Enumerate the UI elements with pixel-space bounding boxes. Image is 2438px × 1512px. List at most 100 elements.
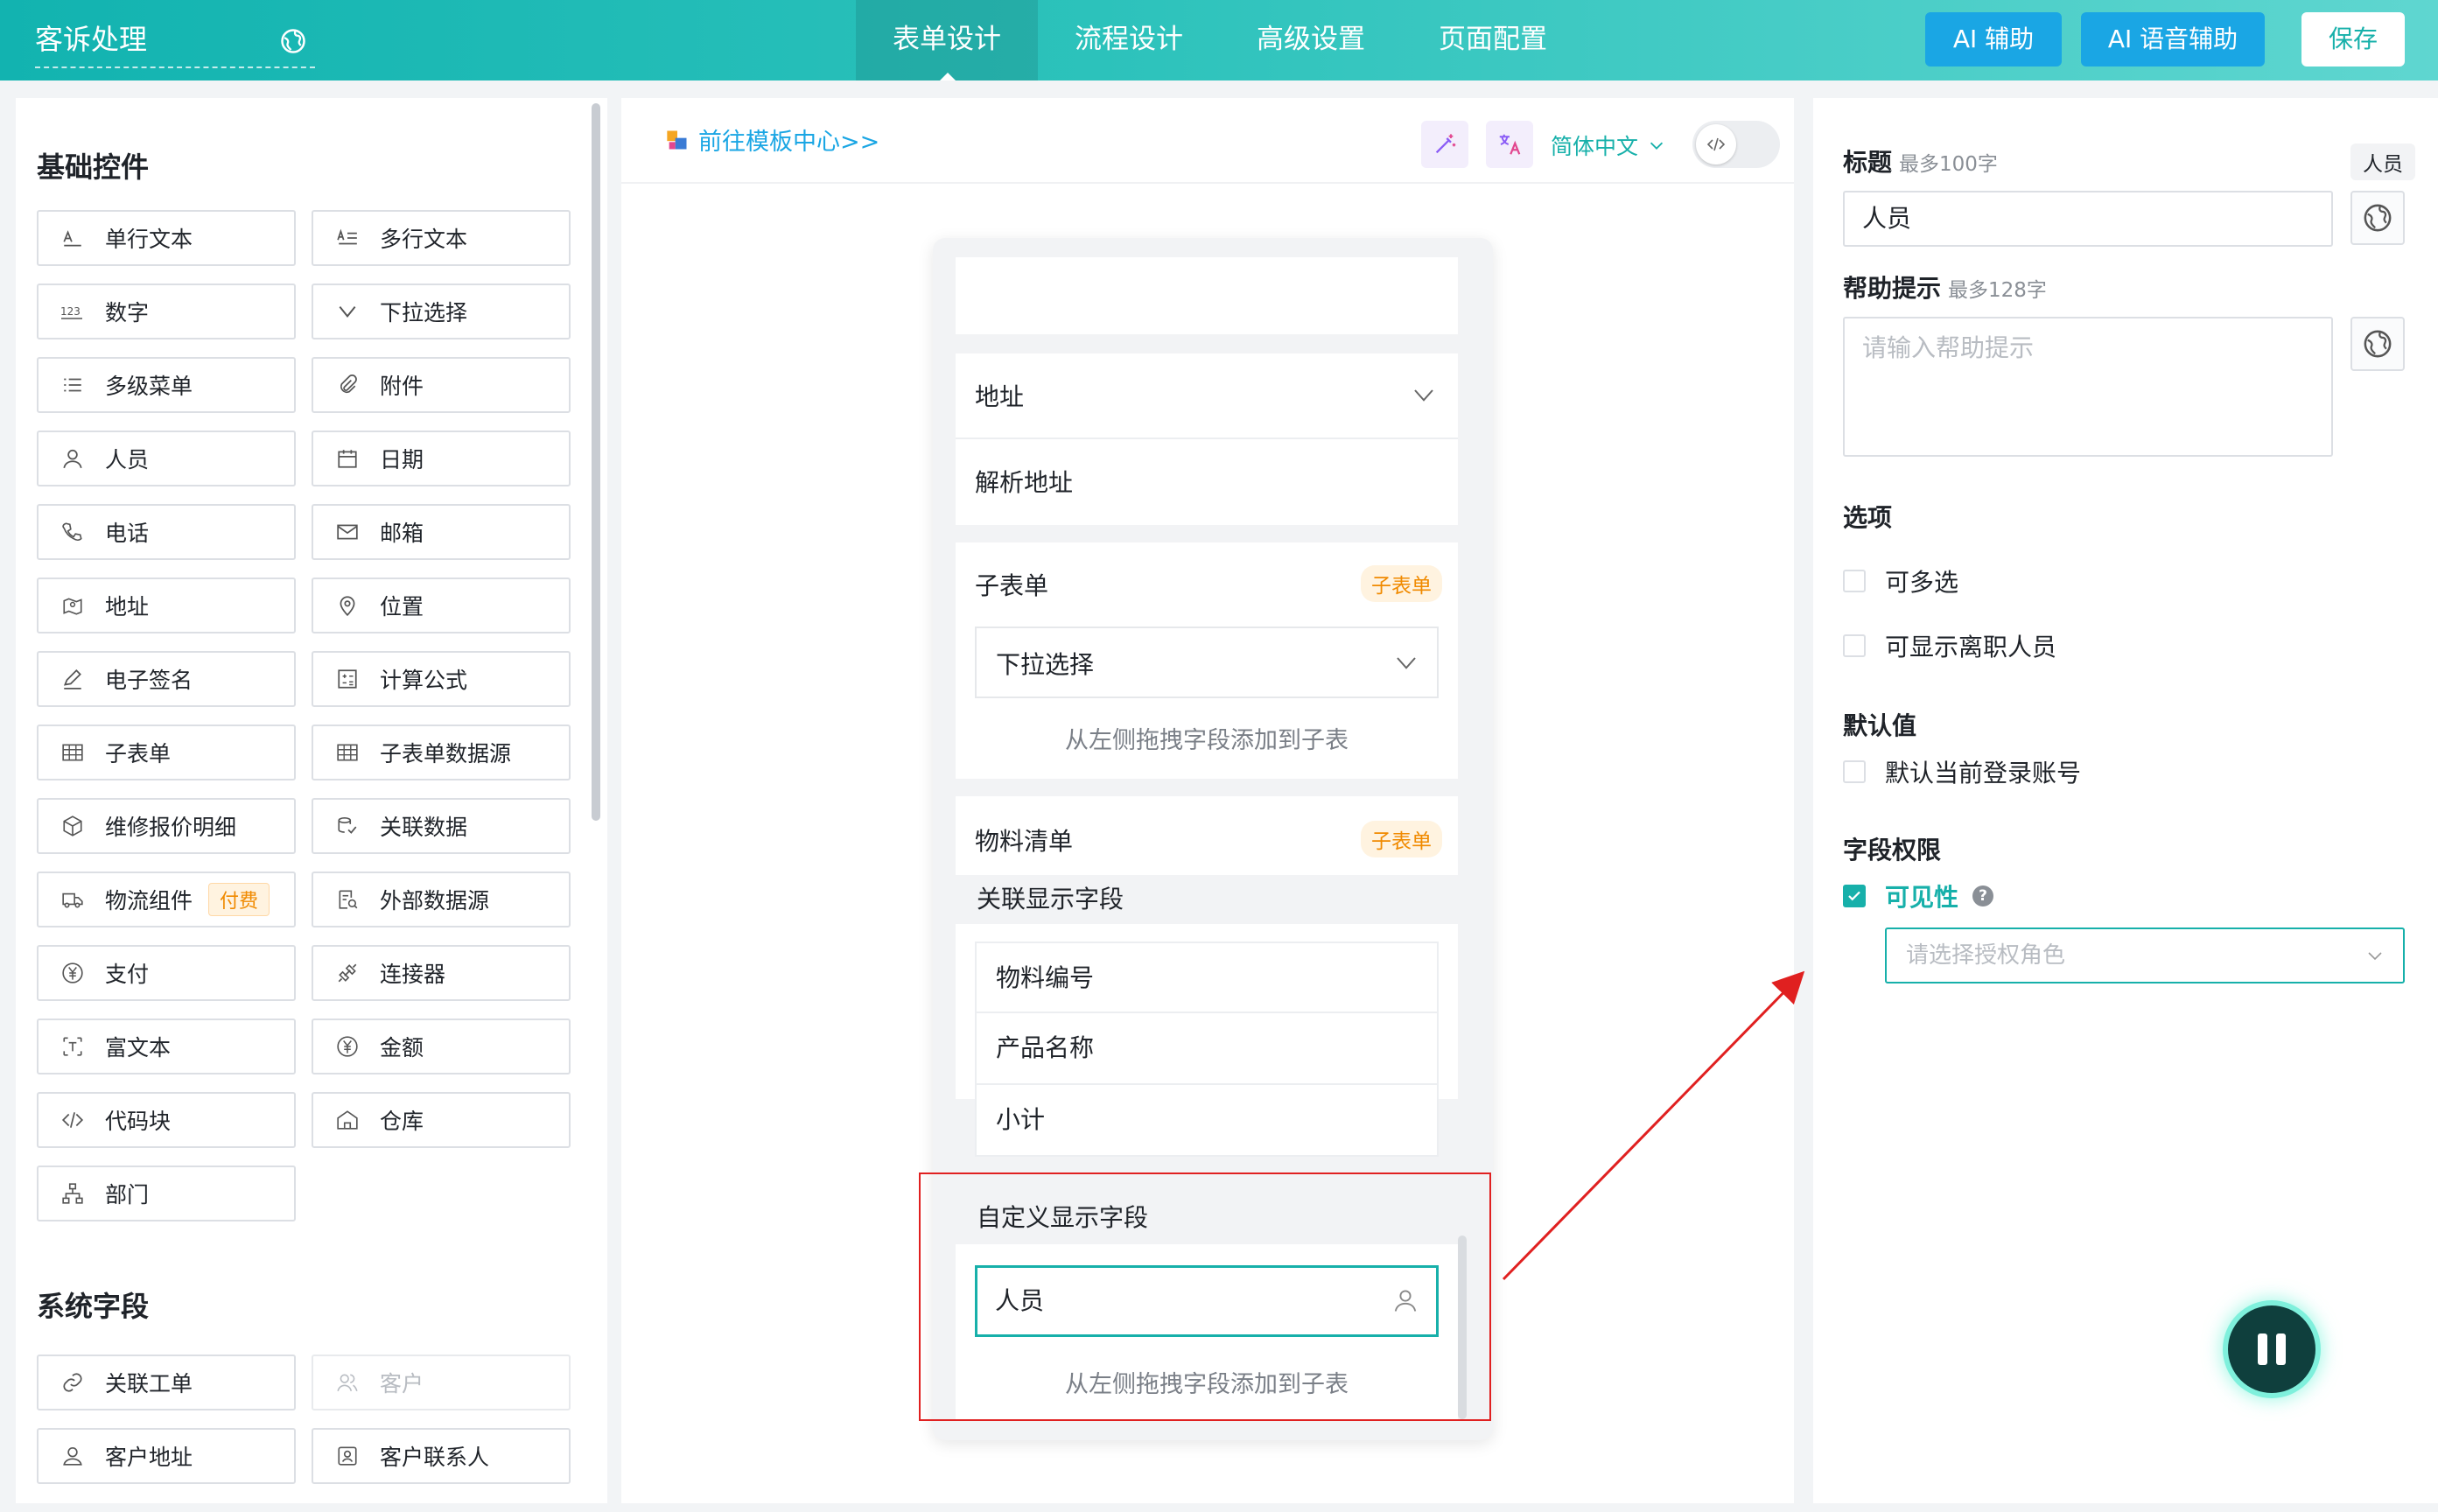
control-warehouse[interactable]: 仓库 — [312, 1092, 571, 1148]
help-translate-button[interactable] — [2350, 317, 2405, 371]
number-icon: 123 — [60, 298, 86, 325]
material-subform-badge: 子表单 — [1361, 821, 1442, 858]
control-location[interactable]: 位置 — [312, 578, 571, 634]
voice-pause-button[interactable] — [2228, 1306, 2315, 1393]
control-number[interactable]: 123 数字 — [37, 284, 296, 340]
language-select[interactable]: 简体中文 — [1551, 130, 1666, 161]
empty-field-card[interactable] — [956, 257, 1458, 334]
default-current-account-checkbox[interactable] — [1843, 760, 1866, 783]
visibility-checkbox[interactable] — [1843, 885, 1866, 907]
code-view-toggle[interactable] — [1692, 121, 1780, 168]
org-chart-icon — [60, 1180, 86, 1207]
control-email[interactable]: 邮箱 — [312, 504, 571, 560]
control-code-block[interactable]: 代码块 — [37, 1092, 296, 1148]
control-logistics[interactable]: 物流组件 付费 — [37, 872, 296, 928]
role-select[interactable]: 请选择授权角色 — [1885, 928, 2405, 984]
show-resigned-checkbox[interactable] — [1843, 634, 1866, 657]
map-icon — [60, 592, 86, 619]
tab-advanced-settings[interactable]: 高级设置 — [1220, 0, 1402, 80]
location-pin-icon — [334, 592, 361, 619]
material-list-label: 物料清单 — [975, 827, 1074, 856]
subform-label: 子表单 — [975, 571, 1049, 600]
help-label: 帮助提示 最多128字 — [1843, 274, 2047, 303]
control-multi-line-text[interactable]: 多行文本 — [312, 210, 571, 266]
box-icon — [60, 813, 86, 839]
control-date[interactable]: 日期 — [312, 430, 571, 486]
control-multilevel-menu[interactable]: 多级菜单 — [37, 357, 296, 413]
related-field-item[interactable]: 小计 — [975, 1085, 1439, 1157]
truck-icon — [60, 886, 86, 913]
calendar-icon — [334, 445, 361, 472]
control-amount[interactable]: 金额 — [312, 1018, 571, 1074]
control-phone[interactable]: 电话 — [37, 504, 296, 560]
control-subform[interactable]: 子表单 — [37, 724, 296, 780]
chevron-down-icon — [2368, 952, 2382, 961]
globe-icon[interactable] — [280, 28, 306, 54]
code-toggle-knob — [1696, 124, 1736, 164]
related-field-item[interactable]: 产品名称 — [975, 1013, 1439, 1085]
related-data-icon — [334, 813, 361, 839]
svg-text:123: 123 — [60, 305, 81, 318]
title-translate-button[interactable] — [2350, 191, 2405, 245]
list-icon — [60, 372, 86, 398]
translate-icon — [1499, 134, 1521, 155]
control-related-ticket[interactable]: 关联工单 — [37, 1354, 296, 1410]
contact-icon — [334, 1443, 361, 1469]
single-line-text-icon — [60, 225, 86, 251]
link-icon — [60, 1369, 86, 1396]
default-current-account-option[interactable]: 默认当前登录账号 — [1843, 754, 2081, 789]
controls-scrollbar[interactable] — [592, 103, 600, 821]
multi-select-checkbox[interactable] — [1843, 570, 1866, 592]
visibility-option[interactable]: 可见性 ? — [1843, 878, 1994, 914]
template-icon — [667, 130, 687, 149]
title-input[interactable]: 人员 — [1843, 191, 2333, 247]
tab-process-design[interactable]: 流程设计 — [1038, 0, 1220, 80]
control-rich-text[interactable]: 富文本 — [37, 1018, 296, 1074]
help-textarea[interactable]: 请输入帮助提示 — [1843, 317, 2333, 457]
control-single-line-text[interactable]: 单行文本 — [37, 210, 296, 266]
show-resigned-option[interactable]: 可显示离职人员 — [1843, 628, 2056, 663]
material-list-card[interactable]: 物料清单 子表单 — [956, 796, 1458, 884]
related-field-item[interactable]: 物料编号 — [975, 942, 1439, 1013]
app-title[interactable]: 客诉处理 — [35, 18, 315, 68]
control-attachment[interactable]: 附件 — [312, 357, 571, 413]
related-fields-card: 物料编号 产品名称 小计 — [956, 924, 1458, 1157]
control-address[interactable]: 地址 — [37, 578, 296, 634]
properties-panel: 标题 最多100字 人员 人员 帮助提示 最多128字 请输入帮助提示 选项 可多选… — [1813, 98, 2438, 1503]
subform-badge: 子表单 — [1361, 565, 1442, 602]
subform-card[interactable]: 子表单 子表单 下拉选择 从左侧拖拽字段添加到子表 — [956, 542, 1458, 779]
system-fields-title: 系统字段 — [37, 1290, 150, 1323]
tab-page-config[interactable]: 页面配置 — [1402, 0, 1584, 80]
help-icon[interactable]: ? — [1972, 886, 1994, 906]
subform-dropdown-field[interactable]: 下拉选择 — [975, 626, 1439, 698]
multi-line-text-icon — [334, 225, 361, 251]
control-subform-datasource[interactable]: 子表单数据源 — [312, 724, 571, 780]
control-external-datasource[interactable]: 外部数据源 — [312, 872, 571, 928]
paperclip-icon — [334, 372, 361, 398]
control-customer-contact[interactable]: 客户联系人 — [312, 1428, 571, 1484]
ai-voice-assist-button[interactable]: AI 语音辅助 — [2081, 12, 2265, 66]
control-connector[interactable]: 连接器 — [312, 945, 571, 1001]
globe-icon — [2364, 330, 2392, 358]
control-related-data[interactable]: 关联数据 — [312, 798, 571, 854]
pen-icon — [60, 666, 86, 692]
control-department[interactable]: 部门 — [37, 1166, 296, 1222]
magic-wand-button[interactable] — [1421, 121, 1468, 168]
control-dropdown[interactable]: 下拉选择 — [312, 284, 571, 340]
control-customer-address[interactable]: 客户地址 — [37, 1428, 296, 1484]
template-center-link[interactable]: 前往模板中心>> — [665, 122, 879, 157]
person-icon — [60, 445, 86, 472]
customer-address-icon — [60, 1443, 86, 1469]
control-payment[interactable]: 支付 — [37, 945, 296, 1001]
control-formula[interactable]: 计算公式 — [312, 651, 571, 707]
control-e-signature[interactable]: 电子签名 — [37, 651, 296, 707]
control-person[interactable]: 人员 — [37, 430, 296, 486]
control-repair-quote[interactable]: 维修报价明细 — [37, 798, 296, 854]
address-field-card[interactable]: 地址 解析地址 — [956, 354, 1458, 525]
save-button[interactable]: 保存 — [2301, 12, 2405, 66]
ai-assist-button[interactable]: AI 辅助 — [1925, 12, 2062, 66]
tab-form-design[interactable]: 表单设计 — [856, 0, 1038, 80]
translate-button[interactable] — [1486, 121, 1533, 168]
multi-select-option[interactable]: 可多选 — [1843, 564, 1958, 598]
globe-icon — [2364, 204, 2392, 232]
